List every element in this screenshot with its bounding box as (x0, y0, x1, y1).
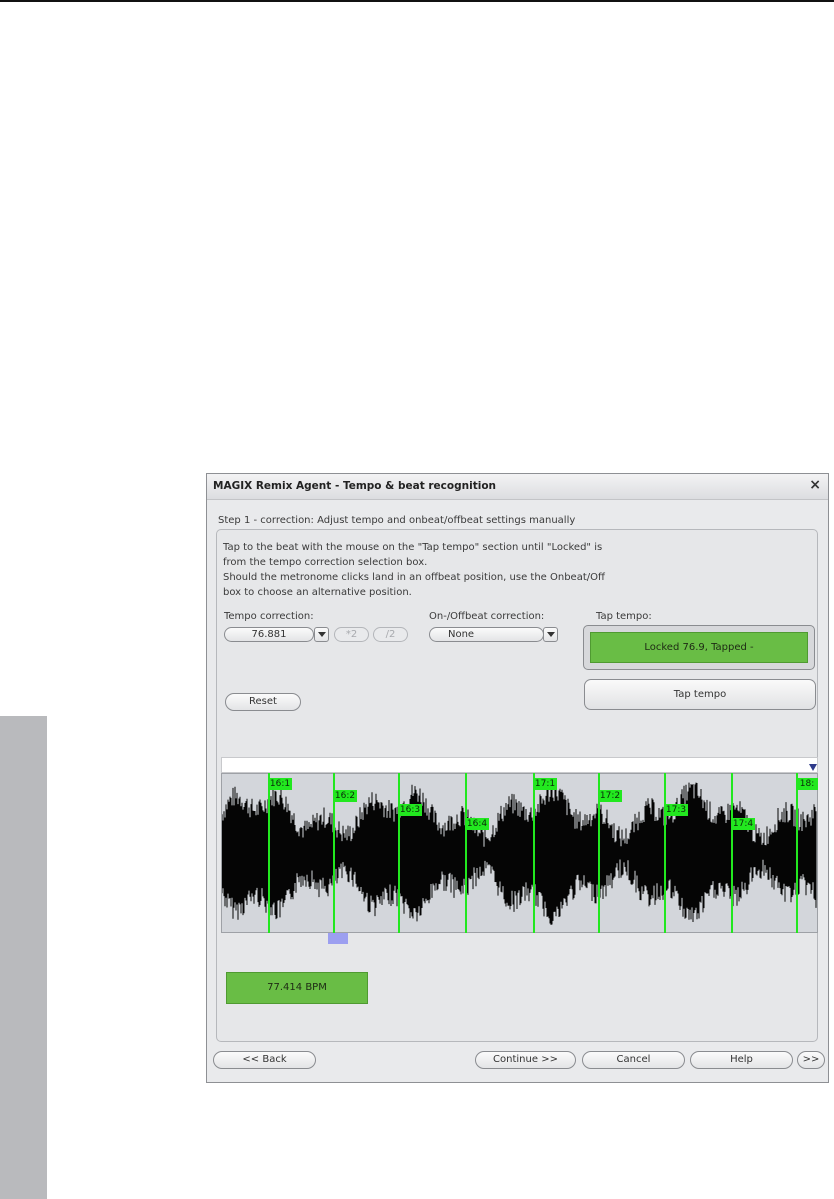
dialog-title: MAGIX Remix Agent - Tempo & beat recogni… (213, 480, 497, 492)
beat-marker-line (268, 773, 270, 933)
cancel-button[interactable]: Cancel (582, 1051, 685, 1069)
offbeat-correction-label: On-/Offbeat correction: (429, 611, 545, 622)
step-title: Step 1 - correction: Adjust tempo and on… (218, 515, 576, 526)
playhead-marker[interactable] (328, 933, 348, 944)
beat-marker-label: 16:1 (268, 778, 292, 790)
dialog-button-bar: << Back Continue >> Cancel Help >> (207, 1042, 828, 1082)
tap-tempo-label: Tap tempo: (596, 611, 652, 622)
beat-marker-line (796, 773, 798, 933)
beat-marker-line (731, 773, 733, 933)
end-marker-icon (809, 764, 817, 771)
bpm-display: 77.414 BPM (226, 972, 368, 1004)
instruction-line: Should the metronome clicks land in an o… (223, 572, 605, 583)
tempo-dropdown-arrow[interactable] (314, 627, 329, 642)
half-tempo-button[interactable]: /2 (373, 627, 408, 642)
beat-marker-label: 16:3 (398, 804, 422, 816)
beat-marker-label: 17:1 (533, 778, 557, 790)
tempo-correction-label: Tempo correction: (224, 611, 314, 622)
tap-tempo-display-frame: Locked 76.9, Tapped - (583, 625, 815, 670)
beat-marker-line (533, 773, 535, 933)
dialog-titlebar: MAGIX Remix Agent - Tempo & beat recogni… (207, 474, 828, 500)
beat-marker-label: 17:4 (731, 818, 755, 830)
offbeat-correction-select[interactable]: None (429, 627, 544, 642)
beat-marker-label: 18: (796, 778, 818, 790)
timeline-ruler[interactable] (221, 757, 818, 773)
instructions-text: Tap to the beat with the mouse on the "T… (223, 540, 673, 600)
offbeat-dropdown-arrow[interactable] (543, 627, 558, 642)
instruction-line: Tap to the beat with the mouse on the "T… (223, 542, 603, 553)
tempo-correction-select[interactable]: 76.881 (224, 627, 314, 642)
double-tempo-button[interactable]: *2 (334, 627, 369, 642)
beat-marker-line (398, 773, 400, 933)
tap-tempo-display: Locked 76.9, Tapped - (590, 632, 808, 663)
waveform-display[interactable] (221, 773, 818, 933)
waveform-svg (222, 782, 817, 925)
beat-marker-label: 16:2 (333, 790, 357, 802)
help-button[interactable]: Help (690, 1051, 793, 1069)
page-side-tab (0, 716, 47, 1199)
reset-button[interactable]: Reset (225, 693, 301, 711)
beat-marker-line (664, 773, 666, 933)
beat-marker-label: 17:2 (598, 790, 622, 802)
instruction-line: box to choose an alternative position. (223, 587, 412, 598)
page-top-rule (0, 0, 834, 2)
beat-marker-line (465, 773, 467, 933)
back-button[interactable]: << Back (213, 1051, 316, 1069)
close-icon[interactable]: × (809, 477, 821, 493)
tap-tempo-button[interactable]: Tap tempo (584, 679, 816, 710)
chevron-down-icon (547, 632, 555, 637)
continue-button[interactable]: Continue >> (475, 1051, 576, 1069)
beat-marker-label: 17:3 (664, 804, 688, 816)
waveform-path (222, 782, 817, 925)
chevron-down-icon (318, 632, 326, 637)
instruction-line: from the tempo correction selection box. (223, 557, 428, 568)
beat-marker-label: 16:4 (465, 818, 489, 830)
more-button[interactable]: >> (797, 1051, 825, 1069)
